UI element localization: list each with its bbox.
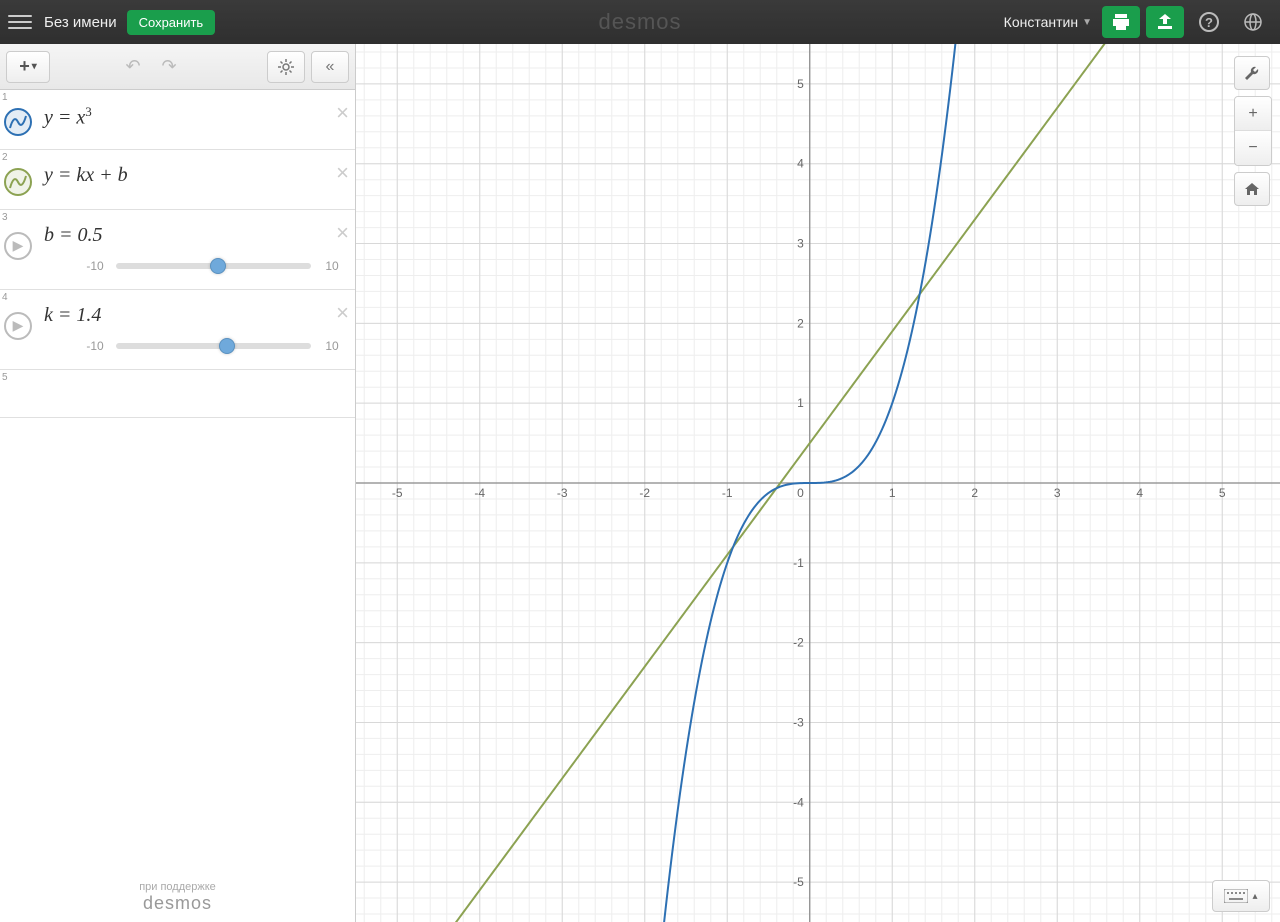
graph-tools: + − <box>1234 56 1272 206</box>
slider-min: -10 <box>82 259 108 273</box>
svg-text:-5: -5 <box>392 486 403 500</box>
delete-expression-icon[interactable]: × <box>336 160 349 186</box>
expression-text[interactable]: b = 0.5 <box>36 210 355 257</box>
menu-icon[interactable] <box>8 10 32 34</box>
help-button[interactable]: ? <box>1190 6 1228 38</box>
svg-text:1: 1 <box>889 486 896 500</box>
svg-text:5: 5 <box>797 77 804 91</box>
settings-button[interactable] <box>267 51 305 83</box>
expression-row[interactable]: 4 ▶ k = 1.4 -10 10 × <box>0 290 355 370</box>
share-button[interactable] <box>1146 6 1184 38</box>
zoom-out-button[interactable]: − <box>1235 131 1271 165</box>
play-icon[interactable]: ▶ <box>4 232 32 260</box>
wrench-button[interactable] <box>1234 56 1270 90</box>
slider-max: 10 <box>319 259 345 273</box>
save-button[interactable]: Сохранить <box>127 10 216 35</box>
slider-track[interactable] <box>116 263 311 269</box>
sidebar-footer: при поддержке desmos <box>0 873 355 922</box>
expression-panel: +▾ ↶ ↷ « 1 y = x3 ×2 y = kx + b ×3 ▶ <box>0 44 356 922</box>
brand-logo: desmos <box>598 9 681 35</box>
svg-text:-1: -1 <box>722 486 733 500</box>
svg-text:-4: -4 <box>793 795 804 809</box>
language-button[interactable] <box>1234 6 1272 38</box>
svg-text:-3: -3 <box>557 486 568 500</box>
slider-min: -10 <box>82 339 108 353</box>
svg-text:2: 2 <box>797 316 804 330</box>
keyboard-button[interactable]: ▴ <box>1212 880 1270 912</box>
delete-expression-icon[interactable]: × <box>336 220 349 246</box>
expression-text[interactable]: k = 1.4 <box>36 290 355 337</box>
svg-text:-1: -1 <box>793 556 804 570</box>
collapse-panel-button[interactable]: « <box>311 51 349 83</box>
slider-thumb[interactable] <box>210 258 226 274</box>
svg-text:2: 2 <box>971 486 978 500</box>
expression-row[interactable]: 5 <box>0 370 355 418</box>
expression-number: 2 <box>2 152 8 163</box>
delete-expression-icon[interactable]: × <box>336 300 349 326</box>
svg-text:-5: -5 <box>793 875 804 889</box>
delete-expression-icon[interactable]: × <box>336 100 349 126</box>
expression-toolbar: +▾ ↶ ↷ « <box>0 44 355 90</box>
svg-text:-2: -2 <box>793 636 804 650</box>
expression-number: 1 <box>2 92 8 103</box>
slider[interactable]: -10 10 <box>36 337 355 357</box>
print-button[interactable] <box>1102 6 1140 38</box>
expression-row[interactable]: 1 y = x3 × <box>0 90 355 150</box>
expression-row[interactable]: 3 ▶ b = 0.5 -10 10 × <box>0 210 355 290</box>
footer-brand: desmos <box>8 893 347 914</box>
expression-number: 5 <box>2 372 8 383</box>
svg-text:-3: -3 <box>793 715 804 729</box>
redo-button[interactable]: ↷ <box>162 56 192 77</box>
graph-canvas[interactable]: -5 -4 -3 -2 -1 1 2 3 4 5 -5 -4 -3 -2 -1 1 2 3 4 5 0 <box>356 44 1280 922</box>
add-expression-button[interactable]: +▾ <box>6 51 50 83</box>
curve-toggle-icon[interactable] <box>4 108 32 136</box>
svg-text:-4: -4 <box>474 486 485 500</box>
expression-text[interactable]: y = x3 <box>36 90 355 140</box>
graph-title[interactable]: Без имени <box>44 14 117 31</box>
svg-text:0: 0 <box>797 486 804 500</box>
slider-track[interactable] <box>116 343 311 349</box>
user-name: Константин <box>1004 14 1078 30</box>
svg-text:4: 4 <box>797 157 804 171</box>
slider-max: 10 <box>319 339 345 353</box>
slider[interactable]: -10 10 <box>36 257 355 277</box>
expression-text[interactable]: y = kx + b <box>36 150 355 197</box>
expression-number: 4 <box>2 292 8 303</box>
svg-text:5: 5 <box>1219 486 1226 500</box>
play-icon[interactable]: ▶ <box>4 312 32 340</box>
app-header: Без имени Сохранить desmos Константин ▼ … <box>0 0 1280 44</box>
user-menu[interactable]: Константин ▼ <box>1004 14 1092 30</box>
svg-text:3: 3 <box>1054 486 1061 500</box>
undo-button[interactable]: ↶ <box>126 56 156 77</box>
expression-row[interactable]: 2 y = kx + b × <box>0 150 355 210</box>
expression-number: 3 <box>2 212 8 223</box>
slider-thumb[interactable] <box>219 338 235 354</box>
svg-text:4: 4 <box>1136 486 1143 500</box>
chevron-down-icon: ▼ <box>1082 17 1092 28</box>
zoom-in-button[interactable]: + <box>1235 97 1271 131</box>
svg-text:1: 1 <box>797 396 804 410</box>
expression-list: 1 y = x3 ×2 y = kx + b ×3 ▶ b = 0.5 -10 … <box>0 90 355 873</box>
home-button[interactable] <box>1234 172 1270 206</box>
svg-text:?: ? <box>1205 15 1213 30</box>
svg-text:3: 3 <box>797 237 804 251</box>
curve-toggle-icon[interactable] <box>4 168 32 196</box>
svg-text:-2: -2 <box>639 486 650 500</box>
footer-support-text: при поддержке <box>8 881 347 893</box>
